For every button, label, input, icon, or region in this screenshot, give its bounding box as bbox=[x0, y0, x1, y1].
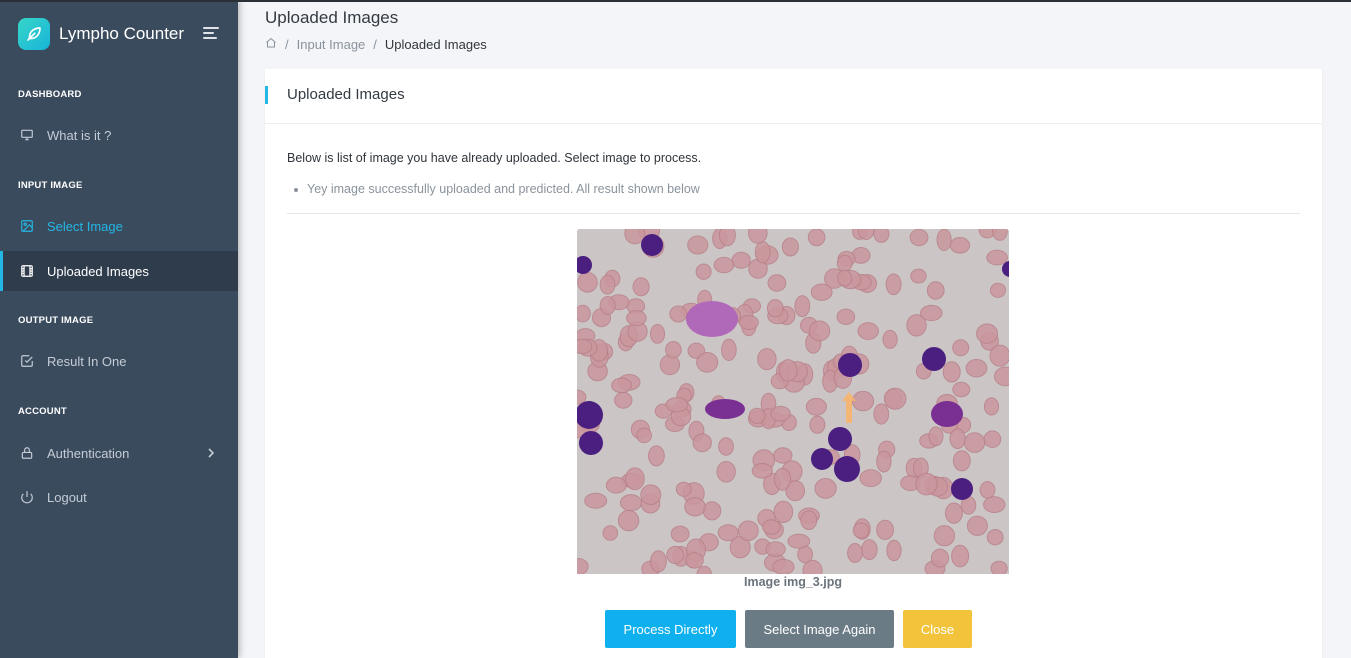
sidebar-item-logout[interactable]: Logout bbox=[0, 477, 238, 517]
power-icon bbox=[19, 489, 35, 505]
close-button[interactable]: Close bbox=[903, 610, 972, 648]
section-title-output-image: OUTPUT IMAGE bbox=[18, 315, 94, 326]
image-caption: Image img_3.jpg bbox=[744, 575, 842, 589]
lock-icon bbox=[19, 445, 35, 461]
blood-smear-image bbox=[577, 229, 1009, 574]
sidebar-item-authentication[interactable]: Authentication bbox=[0, 433, 238, 473]
section-title-account: ACCOUNT bbox=[18, 406, 67, 417]
chevron-right-icon bbox=[206, 447, 216, 462]
sidebar-item-what-is-it[interactable]: What is it ? bbox=[0, 115, 238, 155]
breadcrumb: / Input Image / Uploaded Images bbox=[265, 37, 487, 52]
home-icon[interactable] bbox=[265, 37, 277, 52]
sidebar-item-label: Logout bbox=[47, 489, 87, 505]
sidebar-item-label: Result In One bbox=[47, 353, 127, 369]
intro-text: Below is list of image you have already … bbox=[287, 151, 702, 165]
check-square-icon bbox=[19, 353, 35, 369]
leaf-logo-icon bbox=[18, 18, 50, 50]
sidebar-item-label: Uploaded Images bbox=[47, 263, 149, 279]
card-header-accent bbox=[265, 86, 268, 104]
page-title: Uploaded Images bbox=[265, 8, 399, 27]
sidebar-item-label: What is it ? bbox=[47, 127, 112, 143]
image-icon bbox=[19, 218, 35, 234]
section-title-input-image: INPUT IMAGE bbox=[18, 180, 83, 191]
uploaded-images-card: Uploaded Images Below is list of image y… bbox=[265, 69, 1322, 658]
uploaded-image-preview[interactable] bbox=[577, 229, 1009, 574]
card-title: Uploaded Images bbox=[287, 86, 405, 103]
breadcrumb-input-image[interactable]: Input Image bbox=[297, 37, 366, 52]
sidebar: Lympho Counter DASHBOARD What is it ? IN… bbox=[0, 0, 238, 658]
card-header: Uploaded Images bbox=[265, 69, 1322, 124]
divider bbox=[287, 213, 1300, 214]
section-title-dashboard: DASHBOARD bbox=[18, 89, 82, 100]
select-image-again-button[interactable]: Select Image Again bbox=[745, 610, 894, 648]
film-icon bbox=[19, 263, 35, 279]
sidebar-item-label: Authentication bbox=[47, 445, 130, 461]
app-name: Lympho Counter bbox=[59, 24, 185, 43]
success-notice: Yey image successfully uploaded and pred… bbox=[294, 182, 700, 196]
sidebar-item-select-image[interactable]: Select Image bbox=[0, 206, 238, 246]
process-directly-button[interactable]: Process Directly bbox=[605, 610, 736, 648]
breadcrumb-current: Uploaded Images bbox=[384, 37, 487, 52]
brand[interactable]: Lympho Counter bbox=[18, 18, 184, 50]
sidebar-item-label: Select Image bbox=[47, 218, 123, 234]
window-top-edge bbox=[0, 0, 1351, 2]
menu-toggle-icon[interactable] bbox=[203, 27, 219, 41]
sidebar-item-result-in-one[interactable]: Result In One bbox=[0, 341, 238, 381]
breadcrumb-separator: / bbox=[373, 37, 377, 52]
breadcrumb-separator: / bbox=[285, 37, 289, 52]
monitor-icon bbox=[19, 127, 35, 143]
sidebar-item-uploaded-images[interactable]: Uploaded Images bbox=[0, 251, 238, 291]
